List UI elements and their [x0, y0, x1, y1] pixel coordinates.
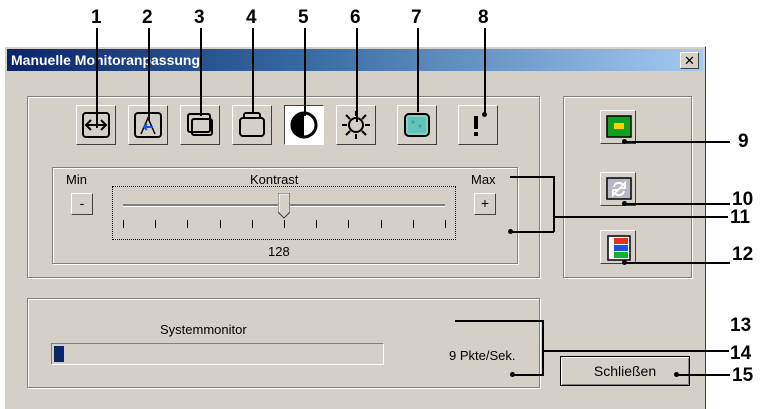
leader-15-dot	[674, 372, 679, 377]
callout-5: 5	[298, 7, 309, 28]
contrast-slider[interactable]	[112, 186, 456, 240]
callout-1: 1	[91, 7, 102, 28]
leader-8-dot	[482, 112, 487, 117]
slider-value: 128	[268, 244, 290, 259]
window-close-button[interactable]: ✕	[680, 52, 699, 69]
callout-3: 3	[194, 7, 205, 28]
leader-11-v	[553, 176, 555, 232]
leader-9	[624, 141, 730, 143]
color-icon	[404, 113, 430, 137]
close-button[interactable]: Schließen	[560, 356, 690, 386]
slider-tick	[381, 220, 382, 228]
apply-button[interactable]	[600, 110, 636, 144]
slider-tick	[445, 220, 446, 228]
system-monitor-label: Systemmonitor	[160, 322, 247, 337]
leader-2	[148, 28, 150, 120]
title-bar[interactable]: Manuelle Monitoranpassung ✕	[7, 49, 703, 71]
leader-10-dot	[622, 201, 627, 206]
leader-6	[356, 28, 358, 122]
advanced-icon	[474, 116, 478, 136]
slider-title: Kontrast	[250, 172, 299, 187]
leader-7	[417, 28, 419, 112]
slider-tick	[284, 220, 285, 228]
slider-tick	[252, 220, 253, 228]
slider-tick	[155, 220, 156, 228]
leader-11-bot	[510, 231, 554, 233]
refresh-icon	[606, 177, 632, 200]
leader-13-v	[542, 320, 544, 375]
callout-4: 4	[246, 7, 257, 28]
slider-tick	[187, 220, 188, 228]
leader-13-dot	[510, 372, 515, 377]
progress-fill	[54, 346, 64, 362]
callout-15: 15	[732, 365, 754, 386]
slider-thumb[interactable]	[277, 192, 291, 219]
callout-2: 2	[142, 7, 153, 28]
rate-label: 9 Pkte/Sek.	[449, 348, 516, 363]
slider-tick	[348, 220, 349, 228]
max-label: Max	[471, 172, 496, 187]
leader-15	[676, 374, 730, 376]
leader-11-dot	[508, 229, 513, 234]
min-label: Min	[66, 172, 87, 187]
leader-13-bot	[512, 374, 544, 376]
apply-icon	[606, 115, 632, 138]
slider-tick	[316, 220, 317, 228]
leader-11-h	[554, 216, 728, 218]
size-icon	[239, 112, 265, 137]
refresh-button[interactable]	[600, 172, 636, 206]
leader-12-dot	[622, 260, 627, 265]
callout-13: 13	[730, 315, 752, 336]
color-bars-icon	[607, 235, 631, 261]
decrease-button[interactable]: -	[71, 193, 93, 215]
leader-9-dot	[622, 139, 627, 144]
callout-6: 6	[350, 7, 361, 28]
system-monitor-progress	[51, 343, 384, 365]
slider-ticks	[123, 220, 446, 228]
window-title: Manuelle Monitoranpassung	[11, 52, 201, 68]
callout-9: 9	[738, 131, 749, 152]
leader-14	[543, 350, 729, 352]
leader-5	[304, 28, 306, 116]
color-bars-button[interactable]	[600, 230, 636, 264]
leader-12	[624, 262, 730, 264]
leader-10	[624, 203, 730, 205]
leader-8	[484, 28, 486, 114]
leader-13-top	[455, 320, 543, 322]
leader-4	[252, 28, 254, 114]
tool-advanced[interactable]	[458, 105, 498, 145]
leader-11-top	[510, 176, 554, 178]
callout-7: 7	[411, 7, 422, 28]
callout-12: 12	[732, 244, 754, 265]
slider-tick	[413, 220, 414, 228]
slider-tick	[123, 220, 124, 228]
increase-button[interactable]: +	[474, 193, 496, 215]
leader-3	[200, 28, 202, 116]
leader-1	[96, 28, 98, 128]
callout-8: 8	[478, 7, 489, 28]
callout-11: 11	[730, 207, 751, 228]
callout-14: 14	[730, 343, 752, 364]
slider-tick	[220, 220, 221, 228]
